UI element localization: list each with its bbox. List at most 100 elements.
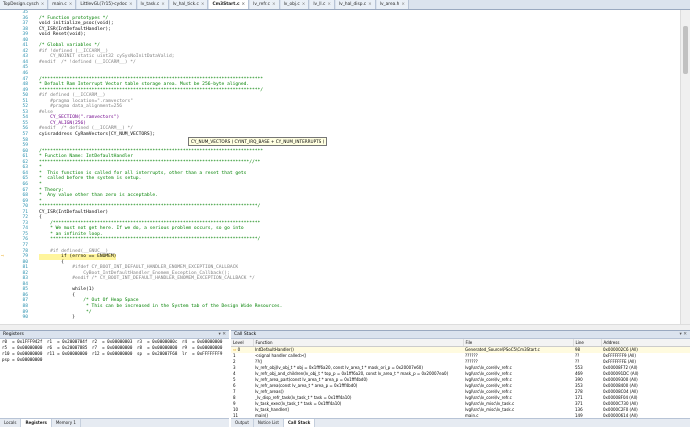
editor-tab[interactable]: TopDesign.cysch × bbox=[0, 0, 49, 9]
cell-text: <signal handler called>() bbox=[255, 353, 307, 358]
scrollbar-thumb[interactable] bbox=[683, 26, 688, 74]
tab-close-icon[interactable]: × bbox=[69, 1, 73, 9]
panel-close-icon[interactable]: ▾ ✕ bbox=[680, 331, 687, 338]
cell-text: lv_task_handler() bbox=[255, 407, 290, 412]
cell-text: lv_refr_areas() bbox=[255, 389, 284, 394]
cell-text: 278 bbox=[575, 389, 583, 394]
register-value: psp = 0x00000000 bbox=[2, 357, 43, 362]
call-stack-panel: Call Stack ▾ ✕ Level Function File Line Addr… bbox=[231, 330, 690, 427]
cell-text: lvgl\src\lv_core\lv_refr.c bbox=[465, 377, 512, 382]
cell-text: ?? bbox=[575, 353, 580, 358]
call-stack-panel-header: Call Stack ▾ ✕ bbox=[231, 331, 690, 339]
column-header[interactable]: Address bbox=[601, 339, 690, 347]
editor-tab-label: lv_ll.c bbox=[313, 1, 326, 7]
cell-text: 0x000002C6 (All) bbox=[603, 347, 638, 352]
cell-text: 0x00008F72 (All) bbox=[603, 365, 638, 370]
call-stack-table: Level Function File Line Address ⇨ 0 IntDefau… bbox=[231, 339, 690, 419]
editor-tab-label: lv_hal_disp.c bbox=[338, 1, 367, 7]
cell-text: 136 bbox=[575, 407, 583, 412]
cell-text: ?? bbox=[575, 359, 580, 364]
editor-tab-bar: TopDesign.cysch × main.c × LittlevGL(7r15)-c… bbox=[0, 0, 690, 10]
registers-panel-header: Registers ▾ ✕ bbox=[0, 331, 229, 339]
editor-tab[interactable]: lv_ll.c × bbox=[310, 0, 335, 9]
editor-tab[interactable]: lv_area.h × bbox=[376, 0, 409, 9]
line-number: 90 bbox=[22, 315, 28, 321]
tab-close-icon[interactable]: × bbox=[161, 1, 165, 9]
tab-close-icon[interactable]: × bbox=[242, 1, 246, 9]
cell-text: 0x00008C04 (All) bbox=[603, 389, 638, 394]
cell-text: 0xFFFFFFF9 (All) bbox=[603, 353, 636, 358]
cell-text: 0xFFFFFFFE (All) bbox=[603, 359, 636, 364]
cell-text: lv_refr_area(const lv_area_t * area_p = … bbox=[255, 383, 358, 388]
code-text: } bbox=[39, 315, 75, 321]
cell-text: 2 bbox=[233, 359, 236, 364]
editor-tab[interactable]: lv_task.c × bbox=[137, 0, 169, 9]
editor-tab[interactable]: lv_hal_tick.c × bbox=[169, 0, 209, 9]
cell-text: 7 bbox=[233, 389, 236, 394]
cell-text: 0x000091DC (All) bbox=[603, 371, 639, 376]
tab-close-icon[interactable]: × bbox=[401, 1, 405, 9]
column-header[interactable]: Line bbox=[573, 339, 602, 347]
cell-text: 6 bbox=[233, 383, 236, 388]
cell-text: 3 bbox=[233, 365, 236, 370]
editor-tab-label: lv_refr.c bbox=[253, 1, 270, 7]
cell-text: lvgl\src\lv_core\lv_refr.c bbox=[465, 395, 512, 400]
registers-panel: Registers ▾ ✕ r0 = 0x1FFF942f r1 = 0x2000… bbox=[0, 330, 229, 427]
editor-tab[interactable]: lv_refr.c × bbox=[250, 0, 280, 9]
editor-tab-label: lv_hal_tick.c bbox=[172, 1, 199, 7]
cell-text: lvgl\src\lv_misc\lv_task.c bbox=[465, 401, 515, 406]
cell-text: 5 bbox=[233, 377, 236, 382]
editor-tab-label: lv_task.c bbox=[140, 1, 160, 7]
editor-tab[interactable]: lv_hal_disp.c × bbox=[335, 0, 376, 9]
cell-text: _lv_disp_refr_task(lv_task_t * task = 0x… bbox=[255, 395, 352, 400]
cell-text: 8 bbox=[233, 395, 236, 400]
panel-close-icon[interactable]: ▾ ✕ bbox=[219, 331, 226, 338]
cell-text: 0x0000C2F0 (All) bbox=[603, 407, 638, 412]
cell-text: lv_refr_obj_and_children(lv_obj_t * top_… bbox=[255, 371, 449, 376]
cell-text: lvgl\src\lv_core\lv_refr.c bbox=[465, 365, 512, 370]
cell-text: lvgl\src\lv_core\lv_refr.c bbox=[465, 383, 512, 388]
macro-tooltip: CY_NUM_VECTORS ( CYINT_IRQ_BASE + CY_NUM… bbox=[188, 137, 328, 146]
editor-tab-label: Cm3Start.c bbox=[212, 1, 240, 7]
cell-text: lvgl\src\lv_misc\lv_task.c bbox=[465, 407, 515, 412]
cell-text: lv_refr_area_part(const lv_area_t * area… bbox=[255, 377, 368, 382]
tab-close-icon[interactable]: × bbox=[327, 1, 331, 9]
editor-tab[interactable]: LittlevGL(7r15)-cydoc × bbox=[77, 0, 137, 9]
cell-text: lv_refr_obj(lv_obj_t * obj = 0x1fff6a20,… bbox=[255, 365, 423, 370]
cell-text: ?????? bbox=[465, 359, 478, 364]
cell-text: 0x00009300 (All) bbox=[603, 377, 638, 382]
editor-tab[interactable]: lv_obj.c × bbox=[280, 0, 310, 9]
column-header[interactable]: Function bbox=[253, 339, 464, 347]
cell-text: 469 bbox=[575, 371, 583, 376]
tab-close-icon[interactable]: × bbox=[368, 1, 372, 9]
editor-tab-label: TopDesign.cysch bbox=[3, 1, 39, 7]
tab-close-icon[interactable]: × bbox=[302, 1, 306, 9]
editor-tab[interactable]: main.c × bbox=[49, 0, 77, 9]
code-editor[interactable]: 35 36/* Function prototypes */37 void init… bbox=[0, 10, 678, 324]
cell-text: lvgl\src\lv_core\lv_refr.c bbox=[465, 371, 512, 376]
tab-close-icon[interactable]: × bbox=[41, 1, 45, 9]
tab-close-icon[interactable]: × bbox=[201, 1, 205, 9]
cell-text: ?????? bbox=[465, 353, 478, 358]
editor-tab[interactable]: Cm3Start.c × bbox=[209, 0, 250, 9]
cell-text: ??() bbox=[255, 359, 263, 364]
cell-text: 0x00008F04 (All) bbox=[603, 395, 638, 400]
cell-text: 9 bbox=[233, 401, 236, 406]
registers-panel-title: Registers bbox=[3, 332, 24, 337]
register-row: psp = 0x00000000 bbox=[0, 357, 229, 363]
cell-text: 171 bbox=[575, 395, 583, 400]
column-header[interactable]: File bbox=[463, 339, 574, 347]
cell-text: 371 bbox=[575, 401, 583, 406]
cell-text: 98 bbox=[575, 347, 581, 352]
cell-text: 0x0000C730 (All) bbox=[603, 401, 638, 406]
tab-close-icon[interactable]: × bbox=[129, 1, 133, 9]
editor-vertical-scrollbar[interactable] bbox=[680, 10, 690, 324]
cell-text: 353 bbox=[575, 383, 583, 388]
editor-tab-label: main.c bbox=[52, 1, 67, 7]
editor-tab-label: lv_obj.c bbox=[283, 1, 300, 7]
column-header[interactable]: Level bbox=[231, 339, 254, 347]
cell-text: lvgl\src\lv_core\lv_refr.c bbox=[465, 389, 512, 394]
tab-close-icon[interactable]: × bbox=[272, 1, 276, 9]
cell-text: Generated_Source\PSoC5\Cm3Start.c bbox=[465, 347, 540, 352]
call-stack-panel-title: Call Stack bbox=[234, 332, 257, 337]
